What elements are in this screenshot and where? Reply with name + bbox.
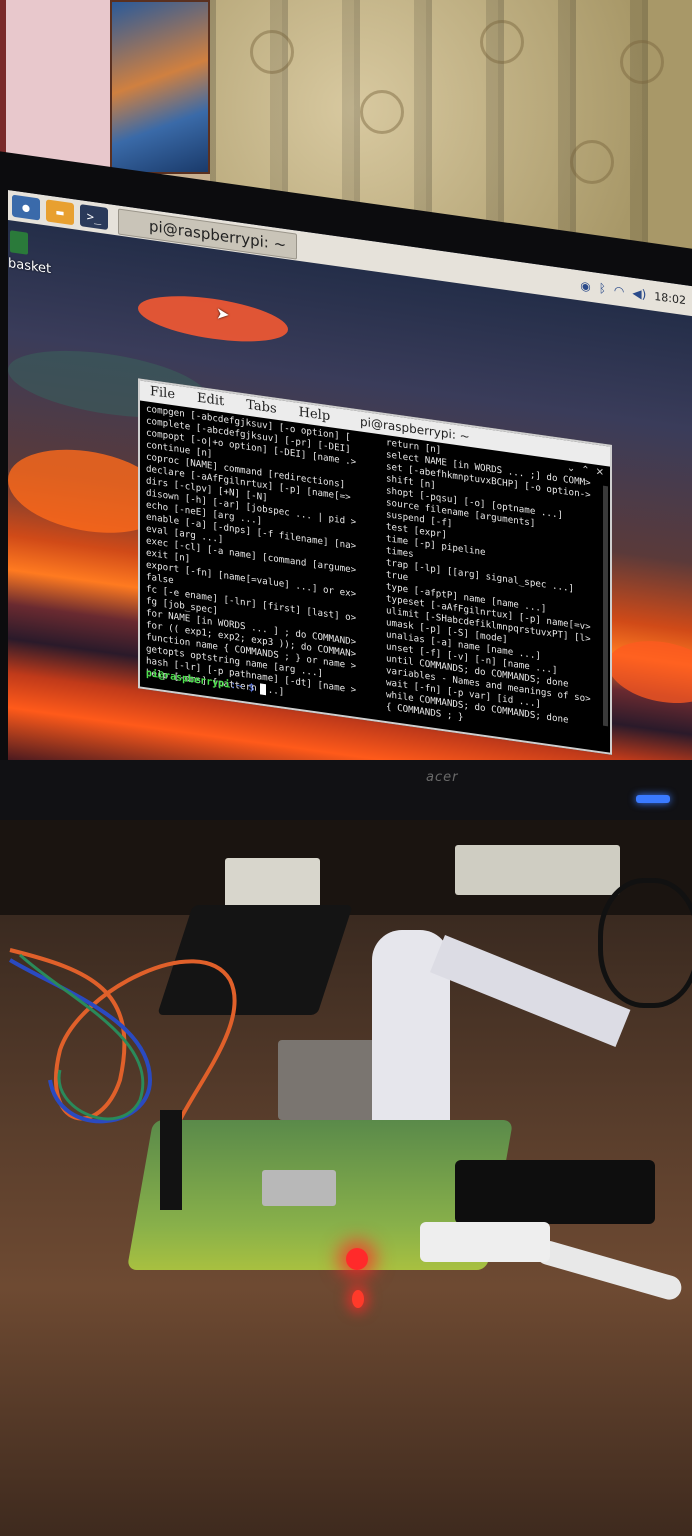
gpio-header	[160, 1110, 182, 1210]
mouse-cursor-icon: ➤	[216, 303, 230, 325]
led-reflection	[352, 1290, 364, 1308]
menu-edit[interactable]: Edit	[197, 389, 224, 413]
menu-tabs[interactable]: Tabs	[246, 395, 276, 419]
jumper-wires	[8, 948, 237, 1124]
trash-icon[interactable]	[10, 230, 28, 255]
wall-poster	[110, 0, 210, 174]
menu-file[interactable]: File	[150, 382, 175, 406]
usb-c-connector	[420, 1222, 550, 1262]
help-output-right-column: return [n] select NAME [in WORDS ... ;] d…	[386, 437, 591, 742]
power-led-icon	[636, 795, 670, 803]
volume-icon[interactable]: ◀)	[632, 286, 646, 302]
tray-clock: 18:02	[654, 289, 686, 307]
board-chip	[262, 1170, 336, 1206]
raspberry-menu-icon[interactable]: ●	[12, 194, 40, 221]
text-cursor	[260, 683, 267, 696]
bluetooth-icon[interactable]: ᛒ	[599, 281, 606, 296]
power-strip	[225, 858, 320, 908]
power-strip	[455, 845, 620, 895]
terminal-window[interactable]: File Edit Tabs Help pi@raspberrypi: ~ ⌄ …	[138, 378, 612, 755]
terminal-icon[interactable]: >_	[80, 204, 108, 231]
monitor-chin	[0, 760, 692, 820]
file-manager-icon[interactable]: ▬	[46, 199, 74, 226]
prompt-path: :~ $	[230, 679, 261, 695]
eyeglasses	[598, 878, 692, 1008]
desktop-icon-label[interactable]: basket	[8, 256, 51, 277]
help-output-left-column: compgen [-abcdefgjksuv] [-o option] [com…	[146, 403, 356, 709]
wifi-icon[interactable]: ◠	[614, 283, 624, 298]
status-led-icon	[346, 1248, 368, 1270]
monitor-brand-logo: acer	[426, 770, 459, 785]
terminal-scrollbar[interactable]	[603, 485, 608, 727]
menu-help[interactable]: Help	[299, 403, 331, 427]
close-icon[interactable]: ✕	[596, 467, 604, 479]
hdmi-cable	[455, 1160, 655, 1224]
update-icon[interactable]: ◉	[580, 278, 590, 293]
